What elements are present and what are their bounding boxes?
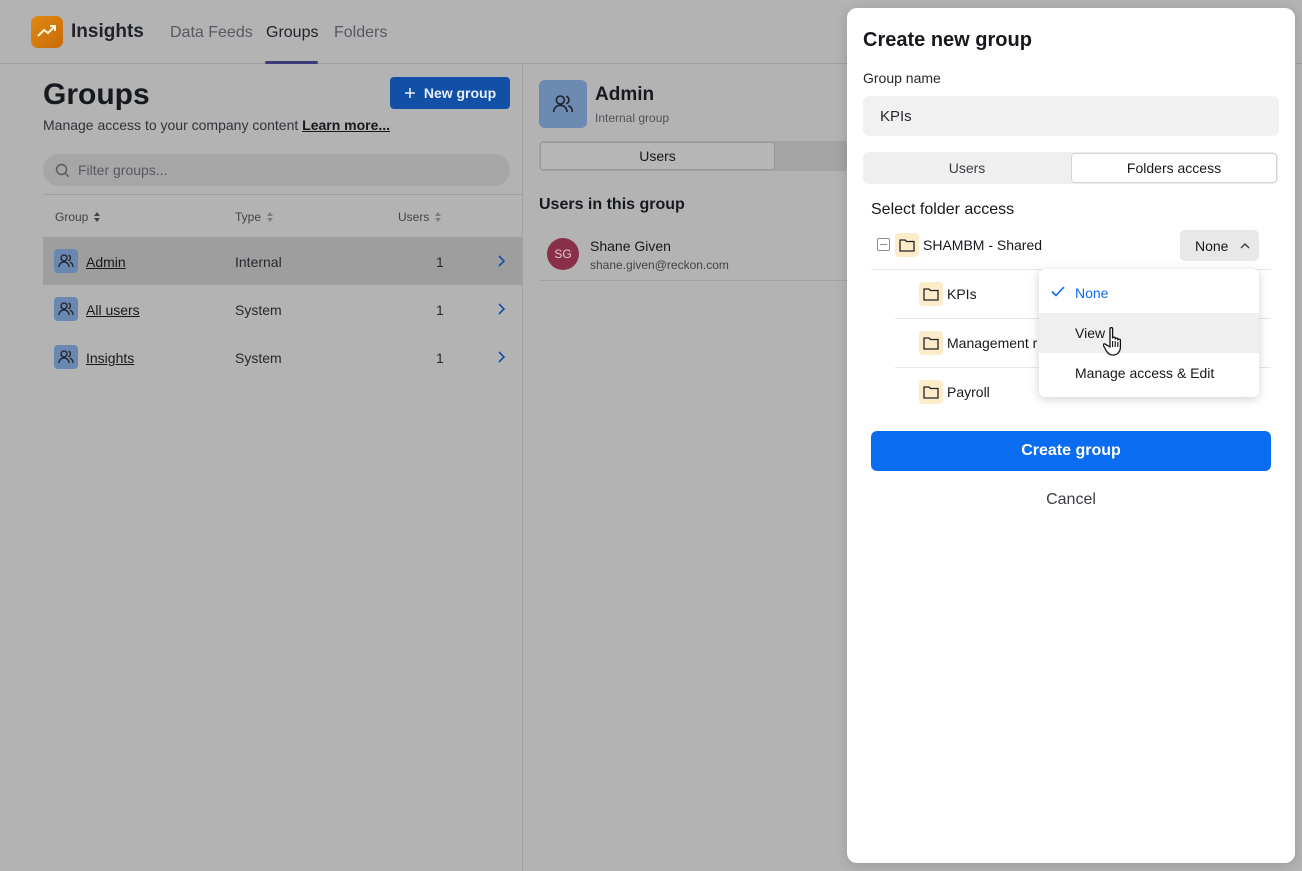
table-row[interactable]: Admin Internal 1 (43, 237, 522, 285)
subfolder-name: Management r (947, 335, 1038, 351)
table-header-divider (43, 194, 522, 195)
folder-icon (919, 380, 943, 404)
detail-title: Admin (595, 84, 655, 105)
learn-more-link[interactable]: Learn more... (302, 117, 390, 133)
group-name-input[interactable] (863, 96, 1279, 136)
group-name[interactable]: Admin (86, 254, 126, 270)
menu-item-none[interactable]: None (1039, 273, 1259, 313)
menu-item-label: Manage access & Edit (1075, 365, 1215, 381)
tab-users[interactable]: Users (540, 142, 775, 170)
panel-title: Create new group (863, 29, 1032, 51)
users-heading: Users in this group (539, 196, 685, 213)
access-dropdown-menu: None View Manage access & Edit (1039, 269, 1259, 397)
menu-item-label: View (1075, 325, 1106, 341)
access-dropdown-value: None (1195, 237, 1229, 254)
group-name[interactable]: Insights (86, 350, 134, 366)
chevron-right-icon[interactable] (496, 255, 506, 267)
group-user-count: 1 (436, 350, 444, 366)
group-avatar-icon (539, 80, 587, 128)
nav-active-indicator (265, 61, 318, 64)
menu-item-manage-access-edit[interactable]: Manage access & Edit (1039, 353, 1259, 393)
table-row[interactable]: All users System 1 (43, 285, 522, 333)
chevron-right-icon[interactable] (496, 303, 506, 315)
filter-groups-input[interactable] (78, 162, 478, 178)
user-name: Shane Given (590, 238, 671, 254)
tab-folders-access[interactable]: Folders access (1071, 153, 1277, 183)
create-group-button[interactable]: Create group (871, 431, 1271, 471)
filter-groups-field[interactable] (43, 154, 510, 186)
folder-icon (919, 282, 943, 306)
menu-item-label: None (1075, 285, 1109, 301)
nav-data-feeds[interactable]: Data Feeds (170, 24, 253, 42)
group-icon (54, 297, 78, 321)
group-user-count: 1 (436, 254, 444, 270)
column-header-group[interactable]: Group (55, 210, 101, 224)
cancel-button[interactable]: Cancel (871, 488, 1271, 512)
checkmark-icon (1051, 286, 1065, 297)
brand-name: Insights (71, 21, 144, 42)
sort-icon (267, 212, 274, 222)
group-user-count: 1 (436, 302, 444, 318)
subtitle-text: Manage access to your company content (43, 117, 299, 133)
group-type: System (235, 350, 282, 366)
root-folder-name: SHAMBM - Shared (923, 237, 1043, 253)
subfolder-name: Payroll (947, 384, 990, 400)
panel-tabs: Users Folders access (863, 152, 1278, 184)
column-header-users[interactable]: Users (398, 210, 442, 224)
group-type: System (235, 302, 282, 318)
sort-icon (435, 212, 442, 222)
menu-item-view[interactable]: View (1039, 313, 1259, 353)
group-type: Internal (235, 254, 282, 270)
chevron-right-icon[interactable] (496, 351, 506, 363)
column-users-label: Users (398, 210, 430, 224)
avatar: SG (547, 238, 579, 270)
folder-icon (895, 233, 919, 257)
search-icon (55, 163, 70, 177)
insights-logo-icon[interactable] (31, 16, 63, 48)
create-group-panel: Create new group Group name Users Folder… (847, 8, 1295, 863)
page-title: Groups (43, 78, 150, 111)
nav-folders[interactable]: Folders (334, 24, 387, 42)
column-type-label: Type (235, 210, 262, 224)
plus-icon (404, 88, 415, 98)
new-group-button[interactable]: New group (390, 77, 510, 109)
new-group-label: New group (423, 85, 497, 101)
column-header-type[interactable]: Type (235, 210, 274, 224)
chevron-up-icon (1240, 243, 1250, 249)
panel-divider (522, 64, 523, 871)
page-subtitle: Manage access to your company content Le… (43, 117, 390, 133)
select-folder-heading: Select folder access (871, 201, 1015, 218)
collapse-toggle-icon[interactable] (877, 238, 890, 251)
subfolder-name: KPIs (947, 286, 977, 302)
group-name-label: Group name (863, 70, 941, 86)
group-icon (54, 249, 78, 273)
group-icon (54, 345, 78, 369)
sort-icon (94, 212, 101, 222)
access-dropdown-button[interactable]: None (1180, 230, 1259, 261)
user-row-divider (539, 280, 847, 281)
detail-tabs: Users (539, 141, 847, 171)
column-group-label: Group (55, 210, 89, 224)
tab-users[interactable]: Users (864, 153, 1070, 183)
nav-groups[interactable]: Groups (266, 24, 318, 42)
group-name[interactable]: All users (86, 302, 140, 318)
detail-subtitle: Internal group (595, 111, 670, 125)
user-email: shane.given@reckon.com (590, 258, 729, 272)
folder-icon (919, 331, 943, 355)
table-row[interactable]: Insights System 1 (43, 333, 522, 381)
hand-cursor-icon (1103, 326, 1122, 356)
